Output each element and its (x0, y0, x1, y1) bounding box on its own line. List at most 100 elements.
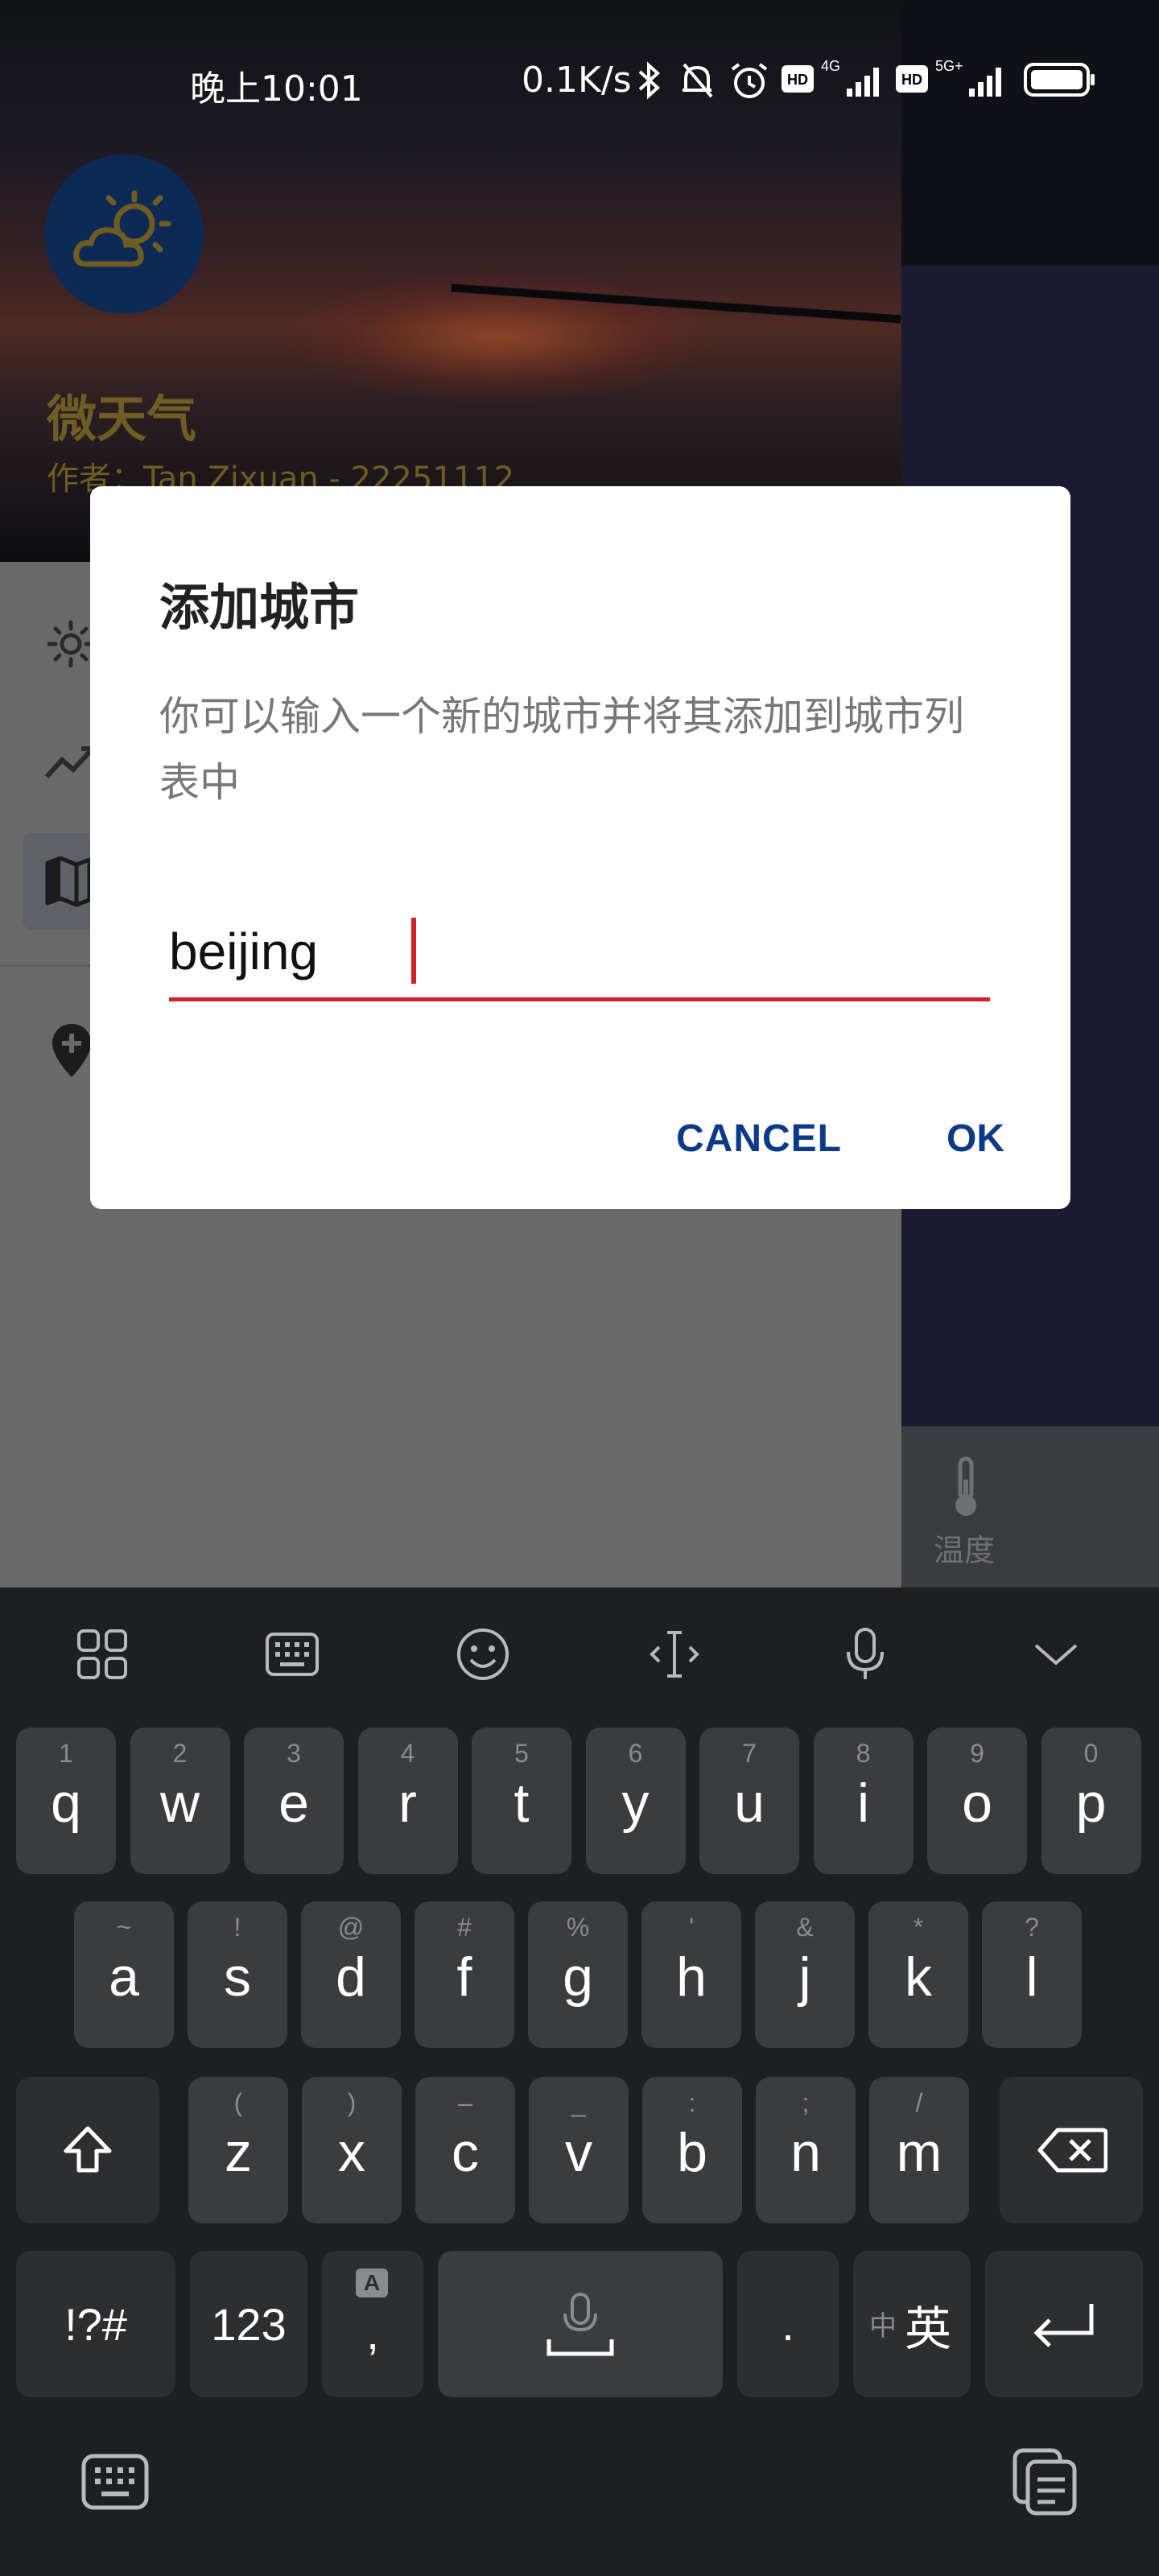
key-c[interactable]: – c (415, 2077, 515, 2223)
key-x[interactable]: ) x (302, 2077, 402, 2223)
enter-icon (1033, 2304, 1094, 2347)
city-input[interactable] (169, 905, 990, 1001)
status-bar: 晚上10:01 0.1K/s HD 4G HD 5G+ (0, 0, 1159, 161)
key-g[interactable]: % g (528, 1901, 628, 2048)
key-v[interactable]: _ v (529, 2077, 629, 2223)
key-label: b (677, 2122, 707, 2183)
mute-icon (683, 63, 713, 98)
key-m[interactable]: / m (869, 2077, 969, 2223)
ok-button[interactable]: OK (919, 1106, 1032, 1170)
key-u[interactable]: 7u (699, 1728, 799, 1874)
key-w[interactable]: 2w (130, 1728, 230, 1874)
key-hint: & (796, 1913, 814, 1942)
keyboard-icon[interactable] (264, 1626, 320, 1682)
key-k[interactable]: * k (868, 1901, 968, 2048)
emoji-icon[interactable] (455, 1626, 511, 1682)
partly-cloudy-icon (73, 190, 171, 267)
key-label: q (51, 1773, 81, 1834)
key-l[interactable]: ? l (982, 1901, 1082, 2048)
numbers-key[interactable]: 123 (190, 2251, 307, 2397)
key-hint: 5 (514, 1739, 529, 1768)
signal-4g-icon: 4G (821, 58, 879, 97)
key-r[interactable]: 4r (357, 1728, 458, 1874)
key-label: c (452, 2122, 479, 2183)
add-location-icon[interactable] (50, 1022, 93, 1079)
nav-temperature-label[interactable]: 温度 (934, 1525, 995, 1570)
key-hint: 4 (400, 1739, 415, 1768)
key-label: w (159, 1773, 200, 1834)
sun-icon[interactable] (47, 620, 95, 668)
key-label: g (563, 1946, 593, 2008)
key-q[interactable]: 1q (16, 1728, 116, 1874)
svg-text:HD: HD (787, 72, 808, 88)
comma-key-label: , (366, 2308, 379, 2359)
key-hint: / (915, 2088, 923, 2117)
key-hint: : (688, 2088, 696, 2117)
key-o[interactable]: 9o (927, 1728, 1027, 1874)
key-b[interactable]: :b (642, 2077, 742, 2223)
comma-key-sub: A (356, 2268, 388, 2297)
key-f[interactable]: # f (415, 1901, 514, 2048)
key-label: o (962, 1773, 992, 1834)
key-a[interactable]: ~ a (74, 1901, 174, 2048)
symbols-key[interactable]: !?# (16, 2251, 175, 2397)
key-y[interactable]: 6y (585, 1728, 686, 1874)
app-name: 微天气 (47, 390, 197, 448)
key-h[interactable]: ' h (641, 1901, 741, 2048)
keyboard-switch-icon[interactable] (80, 2451, 150, 2512)
comma-key[interactable]: A , (322, 2251, 423, 2397)
symbols-key-label: !?# (64, 2298, 127, 2350)
svg-text:5G+: 5G+ (935, 58, 963, 74)
key-hint: 1 (59, 1739, 73, 1768)
enter-key[interactable] (985, 2251, 1143, 2397)
cursor-icon[interactable] (646, 1626, 703, 1682)
key-hint: – (458, 2088, 472, 2117)
key-d[interactable]: @ d (301, 1901, 401, 2048)
key-hint: 9 (970, 1739, 984, 1768)
key-label: y (621, 1773, 650, 1834)
svg-text:4G: 4G (821, 58, 840, 74)
language-switch-key[interactable]: 中 英 (853, 2251, 971, 2397)
key-label: f (456, 1946, 472, 2008)
dialog-title: 添加城市 (159, 578, 360, 637)
status-time: 晚上10:01 (190, 68, 363, 109)
key-t[interactable]: 5t (472, 1728, 571, 1874)
key-hint: ' (688, 1913, 695, 1942)
period-key-label: . (782, 2298, 794, 2350)
map-icon[interactable] (44, 855, 93, 908)
mic-icon[interactable] (837, 1626, 893, 1682)
apps-grid-icon[interactable] (74, 1626, 130, 1682)
space-mic-icon (547, 2293, 614, 2356)
shift-key[interactable] (16, 2077, 159, 2223)
key-hint: 6 (628, 1739, 643, 1768)
key-z[interactable]: (z (188, 2077, 288, 2223)
clipboard-icon[interactable] (1010, 2447, 1079, 2516)
thermometer-icon[interactable] (946, 1455, 986, 1520)
alarm-icon (731, 63, 768, 98)
collapse-icon[interactable] (1028, 1626, 1084, 1682)
key-p[interactable]: 0p (1041, 1728, 1141, 1874)
key-i[interactable]: 8i (813, 1728, 914, 1874)
key-label: r (398, 1773, 417, 1834)
text-caret (411, 918, 416, 984)
key-label: v (565, 2122, 592, 2183)
key-hint: ? (1025, 1913, 1039, 1942)
key-label: s (224, 1946, 251, 2008)
key-label: l (1025, 1946, 1038, 2008)
key-hint: ~ (116, 1913, 132, 1942)
key-j[interactable]: & j (755, 1901, 855, 2048)
backspace-key[interactable] (1000, 2077, 1143, 2223)
key-e[interactable]: 3e (244, 1728, 344, 1874)
period-key[interactable]: . (737, 2251, 839, 2397)
key-hint: 2 (172, 1739, 188, 1768)
key-s[interactable]: ! s (188, 1901, 287, 2048)
cancel-button[interactable]: CANCEL (666, 1106, 852, 1170)
key-hint: 3 (287, 1739, 301, 1768)
app-logo (44, 155, 204, 314)
space-key[interactable] (438, 2251, 723, 2397)
signal-5g-icon: 5G+ (935, 58, 1001, 97)
key-label: u (734, 1773, 765, 1834)
key-n[interactable]: ; n (756, 2077, 856, 2223)
numbers-key-label: 123 (211, 2298, 287, 2350)
key-hint: ; (802, 2088, 810, 2117)
